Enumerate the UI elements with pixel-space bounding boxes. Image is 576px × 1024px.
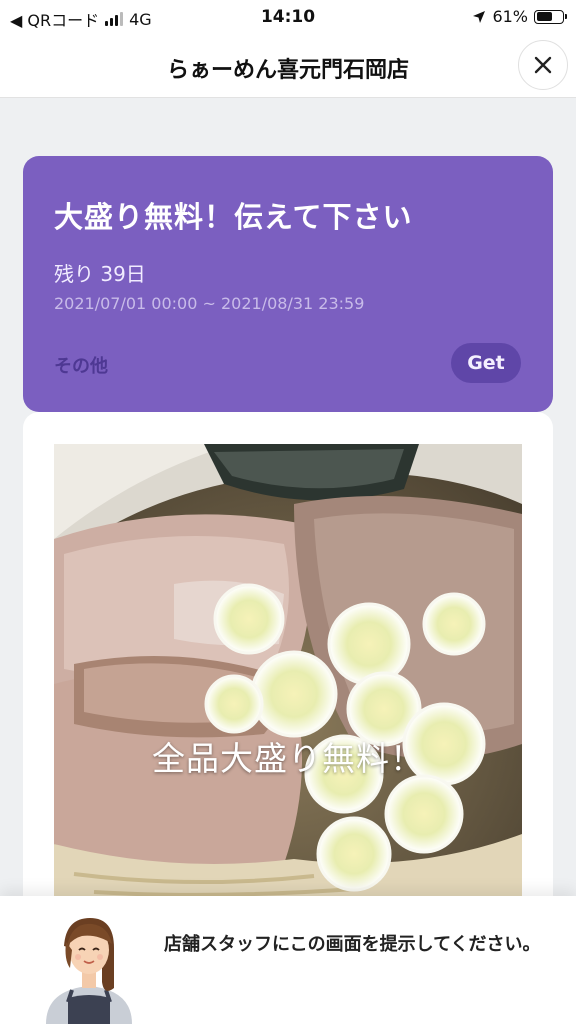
nav-header: らぁーめん喜元門石岡店	[0, 34, 576, 98]
coupon-card: 大盛り無料！伝えて下さい 残り 39日 2021/07/01 00:00 ~ 2…	[23, 156, 553, 412]
page-title: らぁーめん喜元門石岡店	[166, 58, 409, 83]
battery-percent: 61%	[492, 7, 528, 26]
battery-icon	[534, 9, 567, 24]
status-right: 61%	[472, 7, 567, 26]
staff-instruction-text: 店舗スタッフにこの画面を提示してください。	[164, 934, 541, 955]
coupon-title: 大盛り無料！伝えて下さい	[54, 200, 413, 234]
staff-notice-panel: 店舗スタッフにこの画面を提示してください。	[0, 896, 576, 1024]
status-bar: ◀ QRコード 4G 14:10 61%	[0, 0, 576, 34]
location-arrow-icon	[473, 10, 486, 23]
photo-caption: 全品大盛り無料！	[152, 739, 424, 778]
coupon-valid-period: 2021/07/01 00:00 ~ 2021/08/31 23:59	[54, 294, 365, 313]
coupon-category: その他	[54, 356, 108, 377]
staff-avatar-icon	[46, 918, 132, 1024]
ramen-photo: 全品大盛り無料！	[54, 444, 522, 904]
get-coupon-button[interactable]: Get	[451, 343, 521, 383]
close-button[interactable]	[518, 40, 568, 90]
coupon-remaining-days: 残り 39日	[54, 262, 146, 286]
close-icon	[534, 56, 552, 74]
